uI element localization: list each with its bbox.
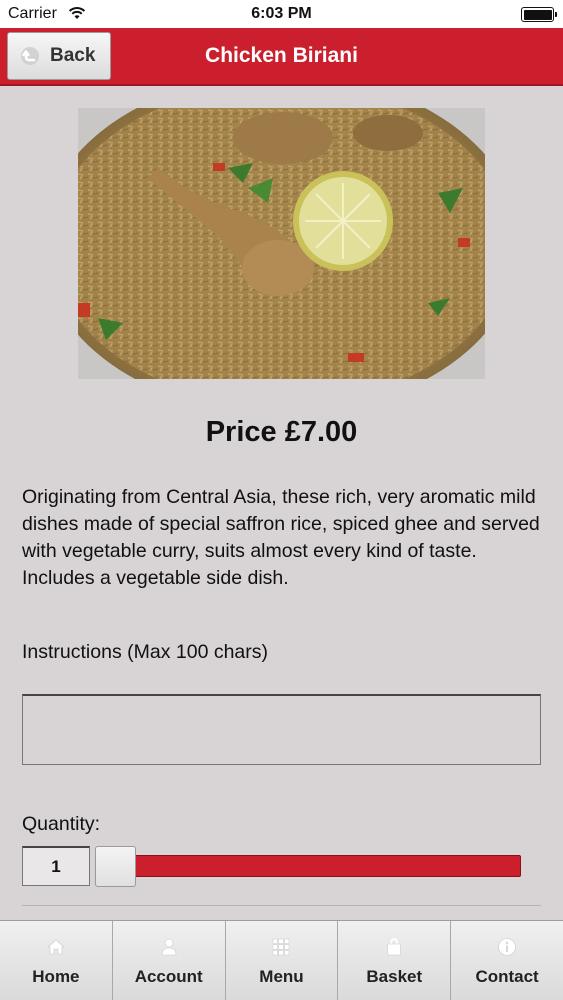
divider — [22, 905, 541, 906]
quantity-value[interactable]: 1 — [22, 846, 90, 886]
instructions-label: Instructions (Max 100 chars) — [22, 641, 269, 663]
tab-label: Contact — [475, 967, 539, 986]
tab-menu[interactable]: Menu — [225, 921, 339, 1000]
instructions-input[interactable] — [22, 694, 541, 765]
status-time: 6:03 PM — [251, 5, 312, 22]
tab-home[interactable]: Home — [0, 921, 113, 1000]
quantity-slider-handle[interactable] — [95, 846, 136, 887]
tab-label: Account — [134, 967, 203, 986]
price-label: Price £7.00 — [205, 416, 358, 448]
status-bar: Carrier 6:03 PM — [0, 0, 563, 28]
tab-label: Home — [32, 967, 80, 986]
quantity-slider-track[interactable] — [112, 855, 521, 877]
basket-icon — [387, 938, 402, 956]
grid-icon — [273, 938, 290, 956]
user-icon — [161, 938, 176, 956]
dish-description: Originating from Central Asia, these ric… — [22, 486, 540, 589]
nav-bar: Back Chicken Biriani — [0, 28, 563, 86]
tab-basket[interactable]: Basket — [338, 921, 452, 1000]
tab-label: Menu — [259, 967, 304, 986]
tab-label: Basket — [366, 967, 423, 986]
tab-bar: Home Account Menu Basket Contact — [0, 920, 563, 1000]
battery-icon — [521, 7, 557, 22]
tab-contact[interactable]: Contact — [451, 921, 563, 1000]
quantity-label: Quantity: — [22, 813, 101, 835]
page-title: Chicken Biriani — [205, 44, 358, 67]
home-icon — [47, 939, 65, 955]
tab-account[interactable]: Account — [112, 921, 226, 1000]
dish-image — [78, 108, 485, 379]
info-icon — [498, 938, 516, 956]
biriani-photo — [78, 108, 485, 379]
